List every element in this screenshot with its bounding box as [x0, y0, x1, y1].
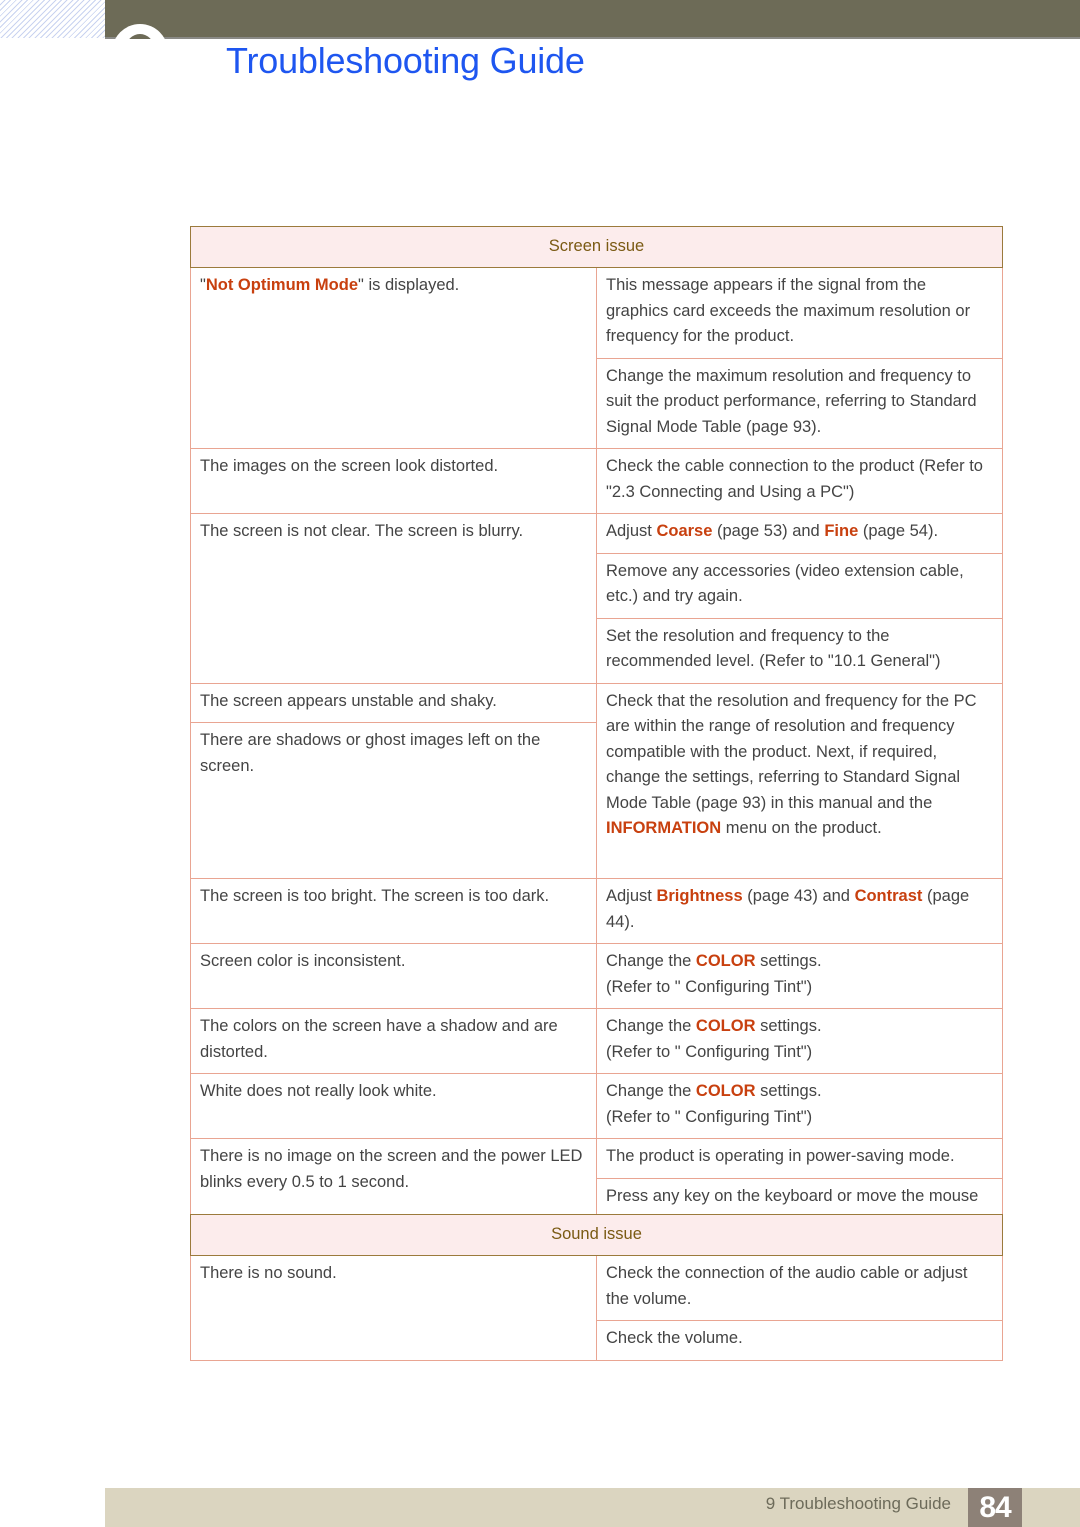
symptom-cell: Screen color is inconsistent.: [190, 943, 597, 1009]
solution-cell: Change the COLOR settings. (Refer to " Co…: [596, 1073, 1003, 1139]
solution-cell: Check that the resolution and frequency …: [596, 682, 1003, 879]
footer-section-label: 9 Troubleshooting Guide: [765, 1494, 951, 1513]
solution-cell: Check the volume.: [596, 1320, 1003, 1361]
symptom-cell: The screen is not clear. The screen is b…: [190, 513, 597, 684]
solution-cell: Adjust Coarse (page 53) and Fine (page 5…: [596, 513, 1003, 554]
table-row: There is no sound. Check the connection o…: [190, 1255, 1003, 1361]
symptom-cell: There is no sound.: [190, 1255, 597, 1361]
table-row: The colors on the screen have a shadow a…: [190, 1008, 1003, 1074]
table-row: White does not really look white. Change …: [190, 1073, 1003, 1139]
decorative-hatch-pattern: [0, 0, 105, 38]
highlighted-term: Contrast: [854, 887, 923, 905]
symptom-cell: The screen is too bright. The screen is …: [190, 878, 597, 944]
symptom-cell: "Not Optimum Mode" is displayed.: [190, 267, 597, 449]
solution-cell: Change the COLOR settings. (Refer to " Co…: [596, 1008, 1003, 1074]
solution-cell: Change the COLOR settings. (Refer to " Co…: [596, 943, 1003, 1009]
sound-issue-heading: Sound issue: [190, 1214, 1003, 1256]
top-banner: [105, 0, 1080, 39]
highlighted-term: INFORMATION: [606, 819, 722, 837]
table-row: There is no image on the screen and the …: [190, 1138, 1003, 1244]
symptom-cell: The images on the screen look distorted.: [190, 448, 597, 514]
screen-issue-heading: Screen issue: [190, 226, 1003, 268]
table-row: The images on the screen look distorted.…: [190, 448, 1003, 514]
solution-cell: Check the connection of the audio cable …: [596, 1255, 1003, 1321]
solution-cell: Adjust Brightness (page 43) and Contrast…: [596, 878, 1003, 944]
table-row: The screen appears unstable and shaky. Ch…: [190, 682, 1003, 879]
page-number: 84: [968, 1488, 1022, 1527]
screen-issue-table: Screen issue "Not Optimum Mode" is displ…: [190, 226, 1003, 1244]
table-row: "Not Optimum Mode" is displayed. This mes…: [190, 267, 1003, 449]
highlighted-term: COLOR: [695, 1082, 756, 1100]
table-row: The screen is not clear. The screen is b…: [190, 513, 1003, 684]
symptom-cell: The colors on the screen have a shadow a…: [190, 1008, 597, 1074]
symptom-cell: White does not really look white.: [190, 1073, 597, 1139]
solution-cell: This message appears if the signal from …: [596, 267, 1003, 359]
solution-cell: The product is operating in power-saving…: [596, 1138, 1003, 1179]
symptom-cell: There are shadows or ghost images left o…: [190, 722, 597, 879]
solution-cell: Change the maximum resolution and freque…: [596, 357, 1003, 449]
highlighted-term: Coarse: [656, 522, 713, 540]
solution-cell: Remove any accessories (video extension …: [596, 552, 1003, 619]
highlighted-term: Not Optimum Mode: [205, 276, 359, 294]
highlighted-term: Fine: [824, 522, 859, 540]
symptom-cell: The screen appears unstable and shaky.: [190, 682, 597, 723]
highlighted-term: Brightness: [656, 887, 743, 905]
highlighted-term: COLOR: [695, 1017, 756, 1035]
solution-cell: Check the cable connection to the produc…: [596, 448, 1003, 514]
sound-issue-table: Sound issue There is no sound. Check the …: [190, 1214, 1003, 1361]
table-row: The screen is too bright. The screen is …: [190, 878, 1003, 944]
highlighted-term: COLOR: [695, 952, 756, 970]
chapter-number-badge: [112, 24, 168, 80]
solution-cell: Set the resolution and frequency to the …: [596, 617, 1003, 684]
table-row: Screen color is inconsistent. Change the …: [190, 943, 1003, 1009]
page-title: Troubleshooting Guide: [226, 40, 585, 81]
